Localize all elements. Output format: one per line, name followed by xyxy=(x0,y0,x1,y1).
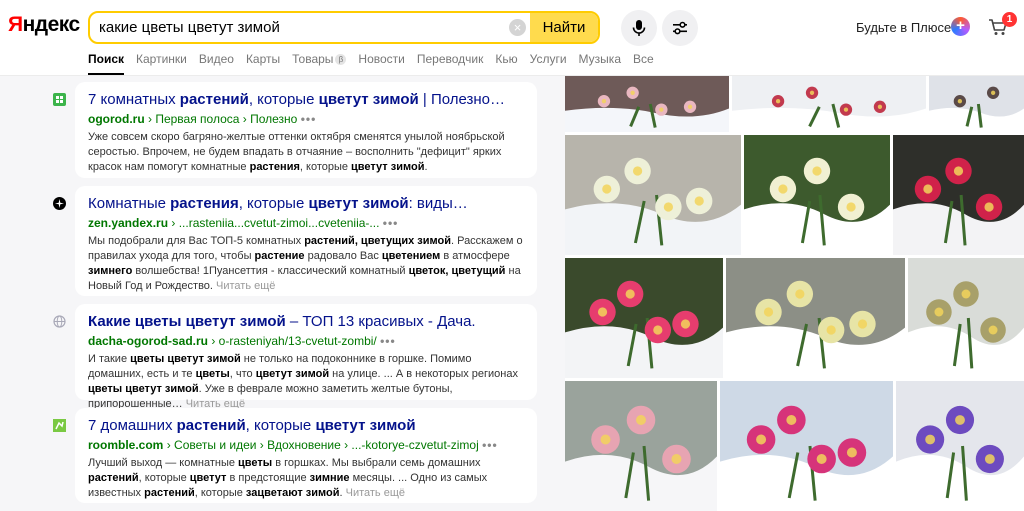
tab-label: Услуги xyxy=(529,52,567,66)
tab-label: Новости xyxy=(358,52,405,66)
logo-rest: ндекс xyxy=(22,13,81,36)
pink-rose-snow-photo[interactable] xyxy=(565,381,717,511)
tab-6[interactable]: Переводчик xyxy=(417,52,484,76)
microphone-icon xyxy=(632,20,646,36)
roomble-favicon-icon xyxy=(53,419,66,432)
result-domain[interactable]: roomble.com xyxy=(88,438,163,452)
read-more-link[interactable]: Читать ещё xyxy=(346,487,405,499)
result-path[interactable]: › ...rasteniia...cvetut-zimoi...cvetenii… xyxy=(168,216,383,230)
result-path[interactable]: › o-rasteniyah/13-cvetut-zombi/ xyxy=(208,334,380,348)
logo-first-letter: Я xyxy=(8,13,23,36)
sliders-icon xyxy=(673,21,687,35)
ogorod-favicon-icon xyxy=(53,93,66,106)
tab-label: Музыка xyxy=(578,52,621,66)
tab-3[interactable]: Карты xyxy=(246,52,280,76)
search-tabs: Поиск Картинки Видео Карты Товары β Новости Пер… xyxy=(88,52,666,76)
result-title-link[interactable]: 7 комнатных растений, которые цветут зим… xyxy=(88,91,525,109)
result-domain[interactable]: dacha-ogorod-sad.ru xyxy=(88,334,208,348)
tab-10[interactable]: Все xyxy=(633,52,654,76)
search-box: × Найти xyxy=(88,11,600,44)
cart-count-badge: 1 xyxy=(1002,12,1017,27)
result-snippet: И такие цветы цветут зимой не только на … xyxy=(88,353,518,410)
white-hellebore-closeup-photo[interactable] xyxy=(744,135,890,255)
result-menu-button[interactable]: ••• xyxy=(301,112,317,126)
tab-8[interactable]: Услуги xyxy=(530,52,567,76)
result-menu-button[interactable]: ••• xyxy=(383,216,399,230)
result-title-link[interactable]: 7 домашних растений, которые цветут зимо… xyxy=(88,417,525,435)
yellow-hellebore-snow-photo[interactable] xyxy=(726,258,905,378)
yandex-logo[interactable]: Яндекс xyxy=(8,13,80,37)
globe-favicon-icon xyxy=(53,315,66,328)
result-menu-button[interactable]: ••• xyxy=(482,438,498,452)
result-url[interactable]: zen.yandex.ru › ...rasteniia...cvetut-zi… xyxy=(88,215,525,231)
result-snippet: Уже совсем скоро багряно-желтые оттенки … xyxy=(88,131,505,173)
result-path[interactable]: › Первая полоса › Полезно xyxy=(145,112,301,126)
result-snippet: Лучший выход — комнатные цветы в горшках… xyxy=(88,457,488,499)
tab-4[interactable]: Товары β xyxy=(292,52,347,76)
result-url[interactable]: roomble.com › Советы и идеи › Вдохновени… xyxy=(88,437,525,453)
red-flowers-snow-photo[interactable] xyxy=(732,76,926,132)
tab-label: Все xyxy=(633,52,654,66)
voice-search-button[interactable] xyxy=(621,10,657,46)
image-results-grid xyxy=(565,76,1024,511)
pink-camellia-snow-photo[interactable] xyxy=(565,258,723,378)
result-url[interactable]: ogorod.ru › Первая полоса › Полезно ••• xyxy=(88,111,525,127)
green-hellebore-snow-photo[interactable] xyxy=(908,258,1024,378)
tab-label: Карты xyxy=(245,52,281,66)
red-cyclamen-snow-photo[interactable] xyxy=(893,135,1024,255)
clear-search-button[interactable]: × xyxy=(509,19,526,36)
result-url[interactable]: dacha-ogorod-sad.ru › o-rasteniyah/13-cv… xyxy=(88,333,525,349)
violet-pansy-snow-photo[interactable] xyxy=(896,381,1024,511)
tab-label: Картинки xyxy=(136,52,187,66)
search-result: 7 домашних растений, которые цветут зимо… xyxy=(75,408,537,503)
find-button[interactable]: Найти xyxy=(530,13,598,42)
tab-badge: β xyxy=(335,54,347,65)
tab-label: Переводчик xyxy=(416,52,484,66)
tab-5[interactable]: Новости xyxy=(358,52,404,76)
result-title-link[interactable]: Какие цветы цветут зимой – ТОП 13 красив… xyxy=(88,313,525,331)
result-domain[interactable]: zen.yandex.ru xyxy=(88,216,168,230)
result-title-link[interactable]: Комнатные растения, которые цветут зимой… xyxy=(88,195,525,213)
yandex-plus-icon[interactable] xyxy=(951,17,970,36)
result-domain[interactable]: ogorod.ru xyxy=(88,112,145,126)
dark-flower-snow-photo[interactable] xyxy=(929,76,1024,132)
pink-hellebore-photo[interactable] xyxy=(565,76,729,132)
search-settings-button[interactable] xyxy=(662,10,698,46)
tab-9[interactable]: Музыка xyxy=(579,52,621,76)
tab-label: Товары xyxy=(292,52,334,66)
result-path[interactable]: › Советы и идеи › Вдохновение › ...-koto… xyxy=(163,438,482,452)
tab-0[interactable]: Поиск xyxy=(88,52,125,76)
search-result: 7 комнатных растений, которые цветут зим… xyxy=(75,82,537,178)
tab-7[interactable]: Кью xyxy=(495,52,517,76)
tab-1[interactable]: Картинки xyxy=(136,52,187,76)
result-snippet: Мы подобрали для Вас ТОП-5 комнатных рас… xyxy=(88,235,523,292)
search-input[interactable] xyxy=(90,13,530,42)
tab-label: Поиск xyxy=(88,52,125,66)
white-hellebore-forest-photo[interactable] xyxy=(565,135,741,255)
tab-2[interactable]: Видео xyxy=(199,52,234,76)
read-more-link[interactable]: Читать ещё xyxy=(216,280,275,292)
tab-label: Кью xyxy=(495,52,518,66)
search-result: Комнатные растения, которые цветут зимой… xyxy=(75,186,537,296)
zen-favicon-icon xyxy=(53,197,66,210)
result-menu-button[interactable]: ••• xyxy=(380,334,396,348)
search-result: Какие цветы цветут зимой – ТОП 13 красив… xyxy=(75,304,537,410)
tab-label: Видео xyxy=(198,52,234,66)
header: Яндекс × Найти Будьте в Плюсе 1 xyxy=(0,0,1024,50)
plus-promo-link[interactable]: Будьте в Плюсе xyxy=(856,20,951,35)
pink-primula-snow-photo[interactable] xyxy=(720,381,893,511)
